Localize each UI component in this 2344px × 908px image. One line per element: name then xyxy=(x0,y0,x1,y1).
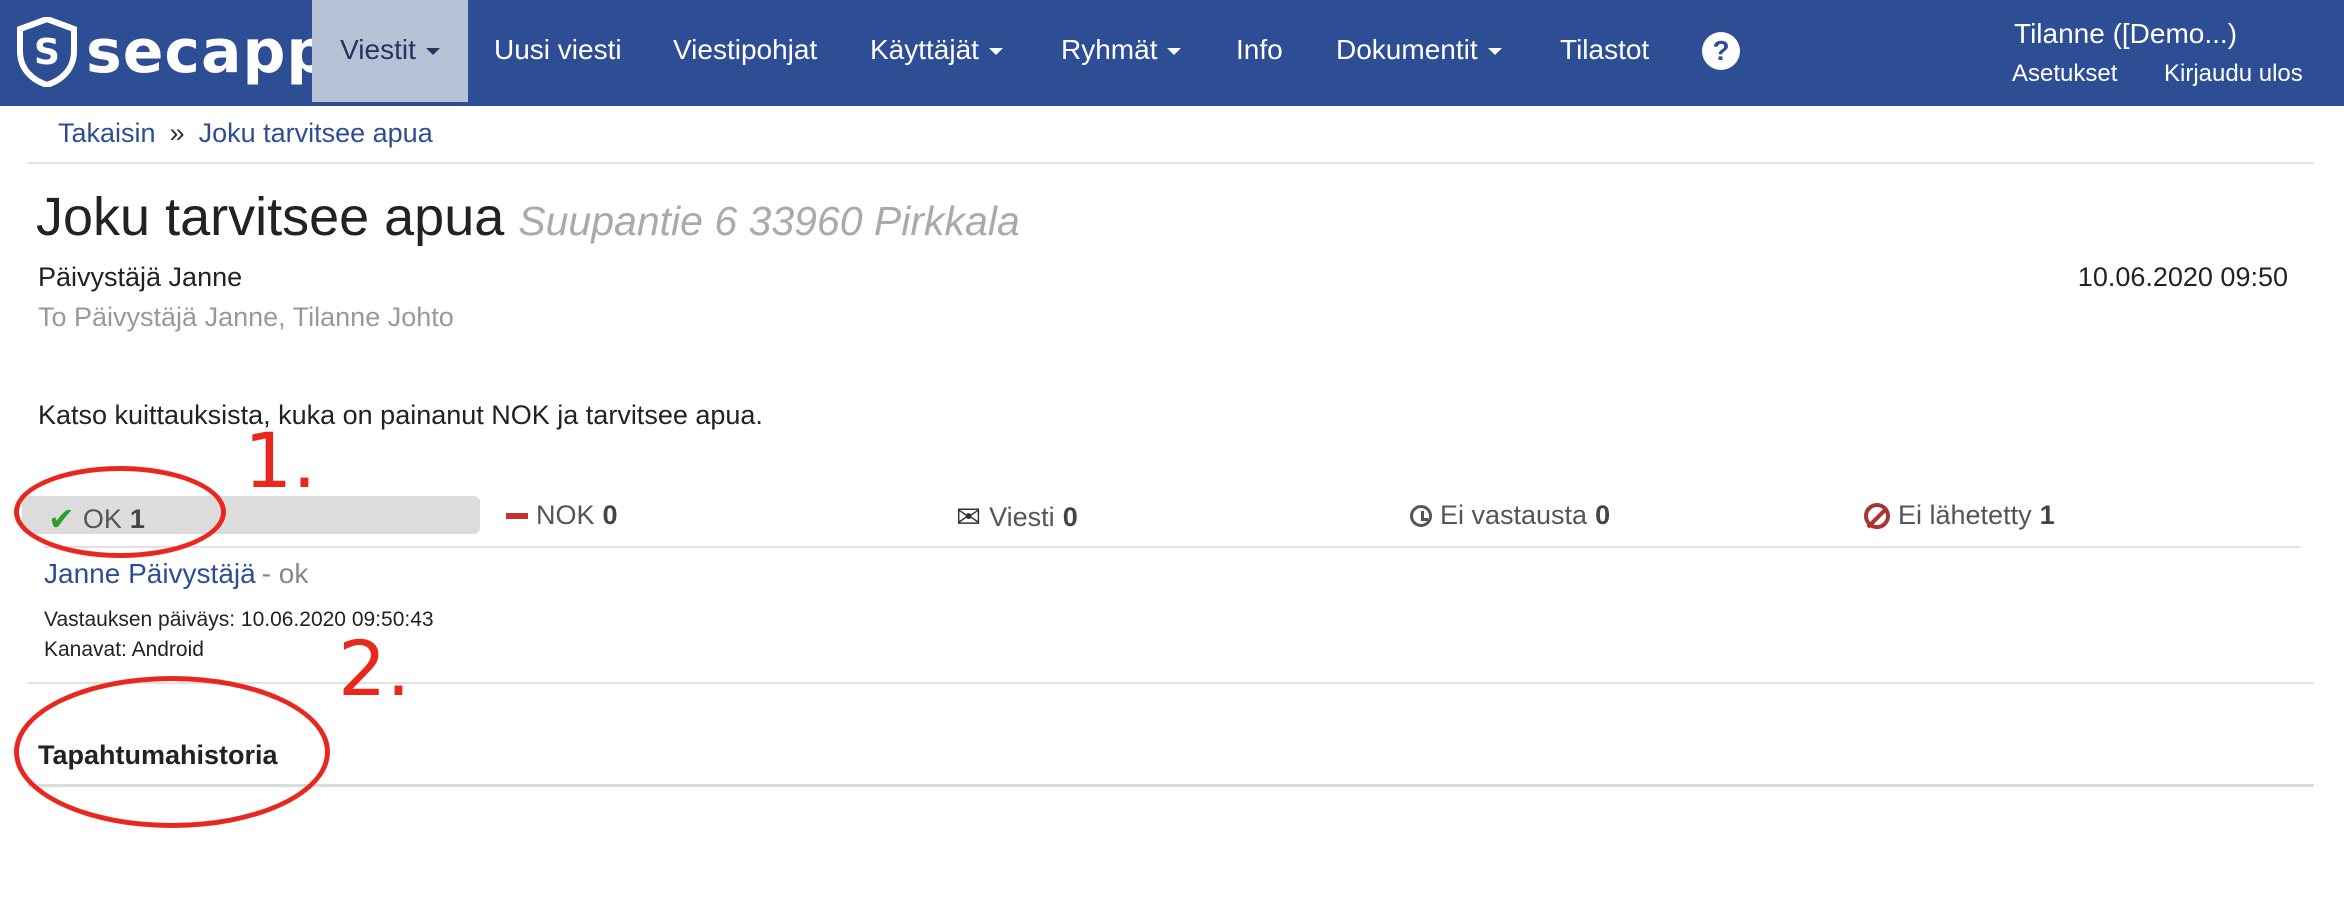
response-user-link[interactable]: Janne Päivystäjä xyxy=(44,558,256,589)
message-recipients: To Päivystäjä Janne, Tilanne Johto xyxy=(38,302,454,332)
message-title: Joku tarvitsee apua xyxy=(36,187,505,247)
response-row: Janne Päivystäjä - ok xyxy=(44,558,308,590)
status-nok-label: NOK xyxy=(536,500,595,530)
nav-messages-label: Viestit xyxy=(340,34,416,65)
caret-down-icon xyxy=(1487,48,1502,56)
annotation-ellipse-1 xyxy=(14,466,226,558)
breadcrumb-current[interactable]: Joku tarvitsee apua xyxy=(199,118,433,148)
status-no-answer-count: 0 xyxy=(1595,500,1611,530)
nav-groups-label: Ryhmät xyxy=(1061,34,1158,65)
annotation-ellipse-2 xyxy=(14,676,330,828)
user-context-title[interactable]: Tilanne ([Demo...) xyxy=(2014,18,2237,50)
message-datetime: 10.06.2020 09:50 xyxy=(2077,262,2288,292)
nav-statistics[interactable]: Tilastot xyxy=(1560,0,1649,102)
caret-down-icon xyxy=(988,48,1003,56)
brand-logo[interactable]: S secapp xyxy=(16,16,330,88)
nav-documents-label: Dokumentit xyxy=(1336,34,1478,65)
ban-icon xyxy=(1864,502,1890,529)
annotation-number-1: 1. xyxy=(244,416,317,505)
response-status: - ok xyxy=(261,558,309,589)
svg-text:S: S xyxy=(34,32,60,73)
divider xyxy=(44,546,2300,548)
status-not-sent-count: 1 xyxy=(2039,500,2055,530)
divider xyxy=(28,162,2314,164)
nav-new-message-label: Uusi viesti xyxy=(494,34,622,65)
nav-groups[interactable]: Ryhmät xyxy=(1061,0,1182,102)
status-nok-tab[interactable]: NOK 0 xyxy=(506,500,618,531)
help-icon[interactable]: ? xyxy=(1702,32,1740,70)
logout-link[interactable]: Kirjaudu ulos xyxy=(2164,60,2303,88)
status-message-tab[interactable]: ✉ Viesti 0 xyxy=(956,500,1078,535)
nav-messages[interactable]: Viestit xyxy=(312,0,468,102)
minus-icon xyxy=(506,512,528,519)
nav-new-message[interactable]: Uusi viesti xyxy=(494,0,622,102)
annotation-number-2: 2. xyxy=(338,624,411,713)
message-title-row: Joku tarvitsee apua Suupantie 6 33960 Pir… xyxy=(36,186,1020,248)
status-message-label: Viesti xyxy=(989,502,1055,532)
nav-users[interactable]: Käyttäjät xyxy=(870,0,1003,102)
message-address: Suupantie 6 33960 Pirkkala xyxy=(518,198,1020,244)
nav-info-label: Info xyxy=(1236,34,1283,65)
brand-name: secapp xyxy=(86,17,331,87)
nav-documents[interactable]: Dokumentit xyxy=(1336,0,1502,102)
breadcrumb-back-link[interactable]: Takaisin xyxy=(58,118,156,148)
status-not-sent-tab[interactable]: Ei lähetetty 1 xyxy=(1864,500,2055,531)
breadcrumb: Takaisin » Joku tarvitsee apua xyxy=(58,118,433,149)
clock-icon xyxy=(1410,504,1432,527)
nav-templates-label: Viestipohjat xyxy=(673,34,818,65)
envelope-icon: ✉ xyxy=(956,501,982,534)
settings-link[interactable]: Asetukset xyxy=(2012,60,2117,88)
caret-down-icon xyxy=(425,48,440,56)
nav-templates[interactable]: Viestipohjat xyxy=(673,0,817,102)
status-not-sent-label: Ei lähetetty xyxy=(1898,500,2032,530)
status-no-answer-label: Ei vastausta xyxy=(1440,500,1588,530)
status-nok-count: 0 xyxy=(602,500,618,530)
nav-users-label: Käyttäjät xyxy=(870,34,979,65)
divider xyxy=(28,784,2314,787)
top-navbar: S secapp Viestit Uusi viesti Viestipohja… xyxy=(0,0,2344,106)
message-body: Katso kuittauksista, kuka on painanut NO… xyxy=(38,400,763,430)
shield-icon: S xyxy=(17,17,77,87)
status-message-count: 0 xyxy=(1062,502,1078,532)
caret-down-icon xyxy=(1167,48,1182,56)
status-no-answer-tab[interactable]: Ei vastausta 0 xyxy=(1410,500,1610,531)
message-sender: Päivystäjä Janne xyxy=(38,262,243,292)
nav-statistics-label: Tilastot xyxy=(1560,34,1650,65)
response-channels: Kanavat: Android xyxy=(44,638,204,661)
breadcrumb-separator: » xyxy=(169,118,185,148)
nav-info[interactable]: Info xyxy=(1236,0,1283,102)
